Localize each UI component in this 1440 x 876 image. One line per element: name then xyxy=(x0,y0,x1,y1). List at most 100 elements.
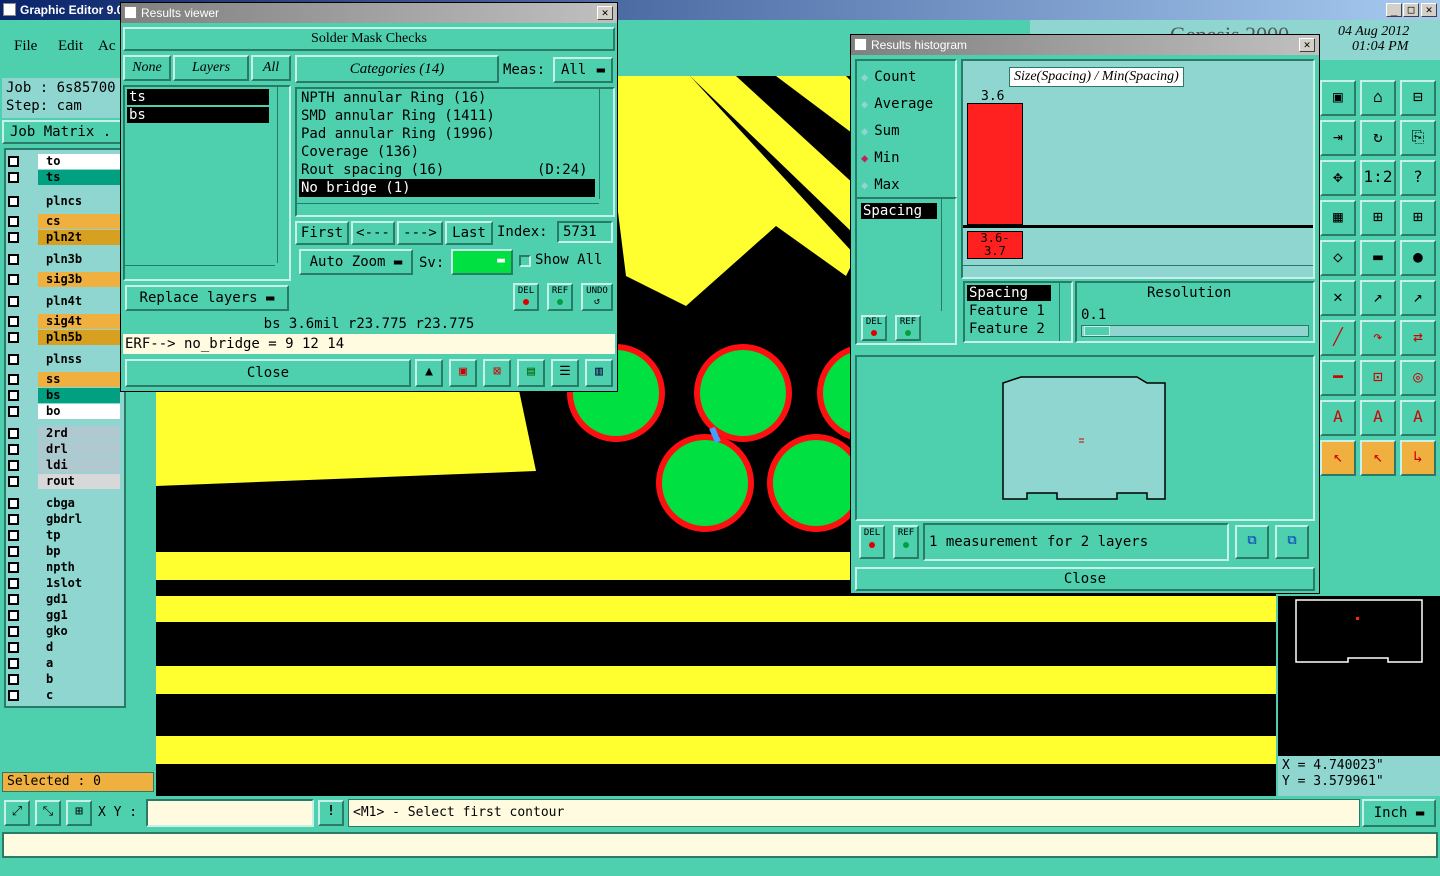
circle-icon[interactable]: ● xyxy=(1400,240,1436,276)
layer-row[interactable]: d xyxy=(6,640,121,655)
layer-row[interactable]: pln3b xyxy=(6,252,121,267)
category-item[interactable]: Pad annular Ring (1996) xyxy=(299,125,595,143)
histogram-bar[interactable] xyxy=(967,103,1023,225)
xy-input[interactable] xyxy=(146,799,314,827)
layer-row[interactable]: plnss xyxy=(6,352,121,367)
layer-checkbox[interactable] xyxy=(8,476,19,487)
histogram-listbox[interactable]: Spacing DEL REF xyxy=(855,197,957,345)
histogram-ref-button[interactable]: REF xyxy=(895,315,921,341)
layer-row[interactable]: rout xyxy=(6,474,121,489)
stat-option-min[interactable]: ◆ Min xyxy=(861,148,900,168)
attr-feature-2[interactable]: Feature 2 xyxy=(967,321,1045,337)
layer-row[interactable]: to xyxy=(6,154,121,169)
stat-option-sum[interactable]: ◆ Sum xyxy=(861,121,900,141)
layer-row[interactable]: gbdrl xyxy=(6,512,121,527)
layer-checkbox[interactable] xyxy=(8,562,19,573)
layer-checkbox[interactable] xyxy=(8,172,19,183)
measure-icon[interactable]: ⊡ xyxy=(1360,360,1396,396)
layer-row[interactable]: 1slot xyxy=(6,576,121,591)
layer-row[interactable]: gko xyxy=(6,624,121,639)
zoom-fit-button[interactable]: ⤢ xyxy=(4,800,30,826)
home-icon[interactable]: ⌂ xyxy=(1360,80,1396,116)
category-item[interactable]: Rout spacing (16) (D:24) xyxy=(299,161,595,179)
none-button[interactable]: None xyxy=(123,55,171,81)
attribute-listbox[interactable]: Spacing Feature 1 Feature 2 xyxy=(963,281,1073,343)
layer-row[interactable]: cs xyxy=(6,214,121,229)
layer-checkbox[interactable] xyxy=(8,642,19,653)
layer-checkbox[interactable] xyxy=(8,460,19,471)
first-button[interactable]: First xyxy=(295,221,349,245)
layer-row[interactable]: plncs xyxy=(6,194,121,209)
stat-option-count[interactable]: ◆ Count xyxy=(861,67,916,87)
layer-row[interactable]: bp xyxy=(6,544,121,559)
layer-checkbox[interactable] xyxy=(8,216,19,227)
layer-checkbox[interactable] xyxy=(8,674,19,685)
report-icon-3[interactable]: ⊠ xyxy=(483,359,511,387)
layer-compare-2-icon[interactable]: ⊞ xyxy=(1400,200,1436,236)
pointer-icon[interactable]: ↖ xyxy=(1320,440,1356,476)
layer-checkbox[interactable] xyxy=(8,354,19,365)
job-matrix-button[interactable]: Job Matrix . xyxy=(2,120,126,144)
rotate-icon[interactable]: ↻ xyxy=(1360,120,1396,156)
layer-checkbox[interactable] xyxy=(8,254,19,265)
layer-row[interactable]: sig3b xyxy=(6,272,121,287)
mini-map[interactable] xyxy=(1278,596,1440,756)
category-hscroll[interactable] xyxy=(297,203,599,215)
layer-checkbox[interactable] xyxy=(8,196,19,207)
layer-row[interactable]: drl xyxy=(6,442,121,457)
window-close-button[interactable]: ✕ xyxy=(1421,3,1437,17)
histogram-list-vscroll[interactable] xyxy=(941,199,955,311)
arrow-icon[interactable]: ↗ xyxy=(1400,280,1436,316)
text-2-icon[interactable]: A xyxy=(1360,400,1396,436)
layer-checkbox[interactable] xyxy=(8,658,19,669)
layer-row[interactable]: sig4t xyxy=(6,314,121,329)
layer-checkbox[interactable] xyxy=(8,444,19,455)
maximize-button[interactable]: □ xyxy=(1403,3,1419,17)
report-icon-5[interactable]: ☰ xyxy=(551,359,579,387)
layer-compare-icon[interactable]: ⊞ xyxy=(1360,200,1396,236)
layer-list-vscroll[interactable] xyxy=(277,87,289,263)
layer-checkbox[interactable] xyxy=(8,610,19,621)
index-input[interactable]: 5731 xyxy=(557,221,613,243)
show-all-checkbox[interactable] xyxy=(519,255,531,267)
histogram-close-button[interactable]: Close xyxy=(855,567,1315,591)
report-icon-2[interactable]: ▣ xyxy=(449,359,477,387)
chart-hscroll[interactable] xyxy=(963,265,1313,277)
layer-checkbox[interactable] xyxy=(8,406,19,417)
shape-icon[interactable]: ◇ xyxy=(1320,240,1356,276)
layer-checkbox[interactable] xyxy=(8,578,19,589)
category-item[interactable]: No bridge (1) xyxy=(299,179,595,197)
layer-row[interactable]: 2rd xyxy=(6,426,121,441)
layer-checkbox[interactable] xyxy=(8,232,19,243)
attr-spacing[interactable]: Spacing xyxy=(967,285,1051,301)
save-icon[interactable]: ▣ xyxy=(1320,80,1356,116)
scale-icon[interactable]: 1:2 xyxy=(1360,160,1396,196)
histogram-list-item[interactable]: Spacing xyxy=(861,203,937,219)
text-3-icon[interactable]: A xyxy=(1400,400,1436,436)
meas-dropdown[interactable]: All ▬ xyxy=(553,57,613,83)
category-item[interactable]: NPTH annular Ring (16) xyxy=(299,89,595,107)
preview-ref-button[interactable]: REF xyxy=(893,525,919,559)
layer-row[interactable]: pln5b xyxy=(6,330,121,345)
grid-icon[interactable]: ▦ xyxy=(1320,200,1356,236)
layer-checkbox[interactable] xyxy=(8,514,19,525)
replace-layers-dropdown[interactable]: Replace layers ▬ xyxy=(125,285,289,311)
next-button[interactable]: ---> xyxy=(397,221,443,245)
line-h-icon[interactable]: ━ xyxy=(1320,360,1356,396)
layer-checkbox[interactable] xyxy=(8,156,19,167)
attr-vscroll[interactable] xyxy=(1059,283,1071,341)
auto-zoom-dropdown[interactable]: Auto Zoom ▬ xyxy=(299,249,413,275)
layer-row[interactable]: ss xyxy=(6,372,121,387)
stat-option-average[interactable]: ◆ Average xyxy=(861,94,933,114)
layer-checkbox[interactable] xyxy=(8,530,19,541)
layer-row[interactable]: gd1 xyxy=(6,592,121,607)
text-icon[interactable]: A xyxy=(1320,400,1356,436)
attr-feature-1[interactable]: Feature 1 xyxy=(967,303,1045,319)
layer-listbox[interactable]: ts bs xyxy=(123,85,291,281)
line-icon[interactable]: ↗ xyxy=(1360,280,1396,316)
layer-row[interactable]: bs xyxy=(6,388,121,403)
snap-icon[interactable]: ⎘ xyxy=(1400,120,1436,156)
layer-row[interactable]: pln4t xyxy=(6,294,121,309)
minimize-button[interactable]: _ xyxy=(1386,3,1402,17)
layer-checkbox[interactable] xyxy=(8,316,19,327)
